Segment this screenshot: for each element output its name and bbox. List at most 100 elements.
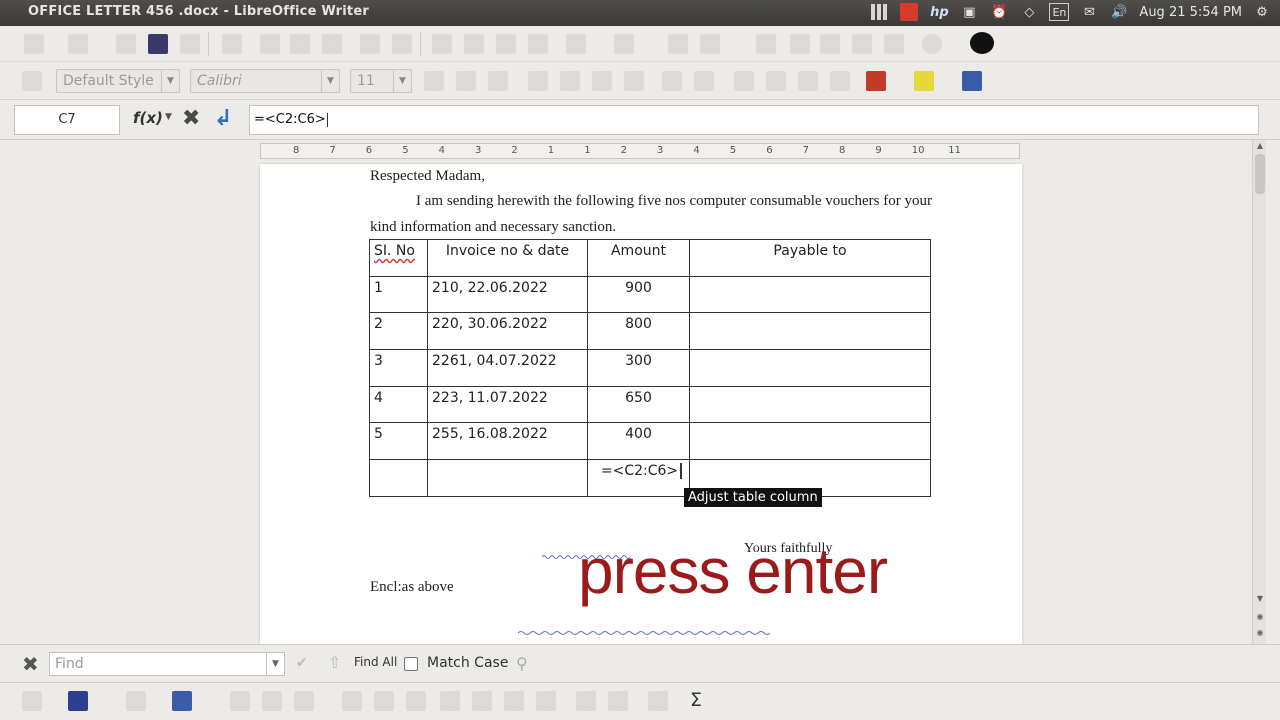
justify-icon[interactable] bbox=[624, 71, 644, 91]
border-color-icon[interactable] bbox=[126, 691, 146, 711]
mail-icon[interactable]: ✉ bbox=[1079, 3, 1099, 21]
scroll-down-icon[interactable]: ▼ bbox=[1254, 594, 1266, 606]
table-cell[interactable]: 2 bbox=[369, 312, 428, 351]
app-indicator-icon[interactable] bbox=[900, 3, 919, 21]
copy-icon[interactable] bbox=[464, 34, 484, 54]
numbering-icon[interactable] bbox=[734, 71, 754, 91]
border-style-icon[interactable] bbox=[68, 691, 88, 711]
export-pdf-icon[interactable] bbox=[260, 34, 280, 54]
table-cell[interactable]: 300 bbox=[587, 349, 690, 387]
total-formula-cell[interactable]: =<C2:C6> bbox=[587, 459, 690, 497]
align-bottom-icon[interactable] bbox=[406, 691, 426, 711]
table-header-cell[interactable]: SI. No bbox=[369, 239, 428, 277]
keyboard-layout-indicator[interactable]: En bbox=[1049, 3, 1070, 21]
table-cell[interactable]: 400 bbox=[587, 422, 690, 461]
font-name-combo[interactable]: Calibri ▼ bbox=[190, 69, 340, 93]
vertical-ruler[interactable] bbox=[14, 160, 22, 644]
autospellcheck-icon[interactable] bbox=[392, 34, 412, 54]
table-cell[interactable] bbox=[369, 459, 428, 497]
decrease-indent-icon[interactable] bbox=[798, 71, 818, 91]
table-cell[interactable]: 223, 11.07.2022 bbox=[427, 385, 588, 424]
split-cells-icon[interactable] bbox=[262, 691, 282, 711]
navigator-icon[interactable] bbox=[790, 34, 810, 54]
gallery-icon[interactable] bbox=[820, 34, 840, 54]
table-background-icon[interactable] bbox=[172, 691, 192, 711]
table-cell[interactable]: 5 bbox=[369, 422, 428, 461]
table-cell[interactable]: 800 bbox=[587, 312, 690, 351]
find-previous-icon[interactable]: ⇧ bbox=[328, 653, 341, 672]
sort-icon[interactable] bbox=[648, 691, 668, 711]
select-table-icon[interactable] bbox=[576, 691, 596, 711]
table-header-cell[interactable]: Payable to bbox=[689, 239, 931, 277]
ltr-icon[interactable] bbox=[662, 71, 682, 91]
table-icon[interactable] bbox=[700, 34, 720, 54]
cancel-icon[interactable]: ✖ bbox=[182, 106, 200, 131]
gear-icon[interactable]: ⚙ bbox=[1252, 3, 1272, 21]
optimize-icon[interactable] bbox=[294, 691, 314, 711]
scroll-up-icon[interactable]: ▲ bbox=[1254, 141, 1266, 153]
formula-icon[interactable]: f(x) bbox=[133, 109, 163, 127]
font-size-combo[interactable]: 11 ▼ bbox=[350, 69, 412, 93]
timer-icon[interactable]: ⏰ bbox=[989, 3, 1009, 21]
align-right-icon[interactable] bbox=[592, 71, 612, 91]
clone-formatting-icon[interactable] bbox=[528, 34, 548, 54]
bold-icon[interactable] bbox=[424, 71, 444, 91]
increase-indent-icon[interactable] bbox=[830, 71, 850, 91]
sum-icon[interactable]: Σ bbox=[690, 689, 702, 711]
redo-icon[interactable] bbox=[614, 34, 634, 54]
find-input[interactable]: Find ▼ bbox=[49, 652, 285, 676]
delete-rows-icon[interactable] bbox=[504, 691, 524, 711]
insert-columns-icon[interactable] bbox=[472, 691, 492, 711]
data-sources-icon[interactable] bbox=[852, 34, 872, 54]
chevron-down-icon[interactable]: ▼ bbox=[266, 653, 284, 675]
chevron-down-icon[interactable]: ▼ bbox=[161, 70, 179, 92]
table-borders-icon[interactable] bbox=[22, 691, 42, 711]
clock[interactable]: Aug 21 5:54 PM bbox=[1139, 5, 1242, 20]
cut-icon[interactable] bbox=[432, 34, 452, 54]
bullets-icon[interactable] bbox=[766, 71, 786, 91]
clipboard-icon[interactable]: ▣ bbox=[959, 3, 979, 21]
table-header-cell[interactable]: Amount bbox=[587, 239, 690, 277]
delete-columns-icon[interactable] bbox=[536, 691, 556, 711]
formatting-marks-icon[interactable] bbox=[884, 34, 904, 54]
find-all-button[interactable]: Find All bbox=[354, 655, 397, 669]
show-draw-functions-icon[interactable] bbox=[756, 34, 776, 54]
table-cell[interactable]: 255, 16.08.2022 bbox=[427, 422, 588, 461]
chevron-down-icon[interactable]: ▼ bbox=[393, 70, 411, 92]
italic-icon[interactable] bbox=[456, 71, 476, 91]
table-cell[interactable]: 900 bbox=[587, 275, 690, 314]
align-top-icon[interactable] bbox=[342, 691, 362, 711]
match-case-checkbox[interactable] bbox=[404, 657, 418, 671]
volume-icon[interactable]: 🔊 bbox=[1109, 3, 1129, 21]
print-icon[interactable] bbox=[290, 34, 310, 54]
scrollbar-thumb[interactable] bbox=[1255, 154, 1265, 194]
close-icon[interactable]: ✖ bbox=[22, 652, 39, 676]
horizontal-ruler[interactable]: 8 7 6 5 4 3 2 1 1 2 3 4 5 6 7 8 9 10 11 bbox=[260, 143, 1020, 159]
cell-reference-box[interactable]: C7 bbox=[14, 105, 120, 135]
table-properties-icon[interactable] bbox=[608, 691, 628, 711]
highlighting-icon[interactable] bbox=[914, 71, 934, 91]
apply-icon[interactable]: ↲ bbox=[214, 106, 232, 131]
insert-rows-icon[interactable] bbox=[440, 691, 460, 711]
spellcheck-icon[interactable] bbox=[360, 34, 380, 54]
help-icon[interactable] bbox=[922, 34, 942, 54]
chevron-down-icon[interactable]: ▼ bbox=[165, 112, 172, 122]
speech-bubble-icon[interactable] bbox=[970, 32, 994, 54]
paste-icon[interactable] bbox=[496, 34, 516, 54]
open-icon[interactable] bbox=[68, 34, 88, 54]
save-as-icon[interactable] bbox=[148, 34, 168, 54]
table-cell[interactable] bbox=[427, 459, 588, 497]
background-color-icon[interactable] bbox=[962, 71, 982, 91]
print-preview-icon[interactable] bbox=[322, 34, 342, 54]
undo-icon[interactable] bbox=[566, 34, 586, 54]
new-document-icon[interactable] bbox=[24, 34, 44, 54]
voucher-table[interactable]: SI. No Invoice no & date Amount Payable … bbox=[369, 239, 931, 497]
merge-cells-icon[interactable] bbox=[230, 691, 250, 711]
hp-printer-icon[interactable]: hp bbox=[929, 3, 949, 21]
paragraph-style-combo[interactable]: Default Style ▼ bbox=[56, 69, 180, 93]
font-color-icon[interactable] bbox=[866, 71, 886, 91]
table-cell[interactable] bbox=[689, 385, 931, 424]
table-cell[interactable]: 210, 22.06.2022 bbox=[427, 275, 588, 314]
save-icon[interactable] bbox=[116, 34, 136, 54]
center-vertically-icon[interactable] bbox=[374, 691, 394, 711]
